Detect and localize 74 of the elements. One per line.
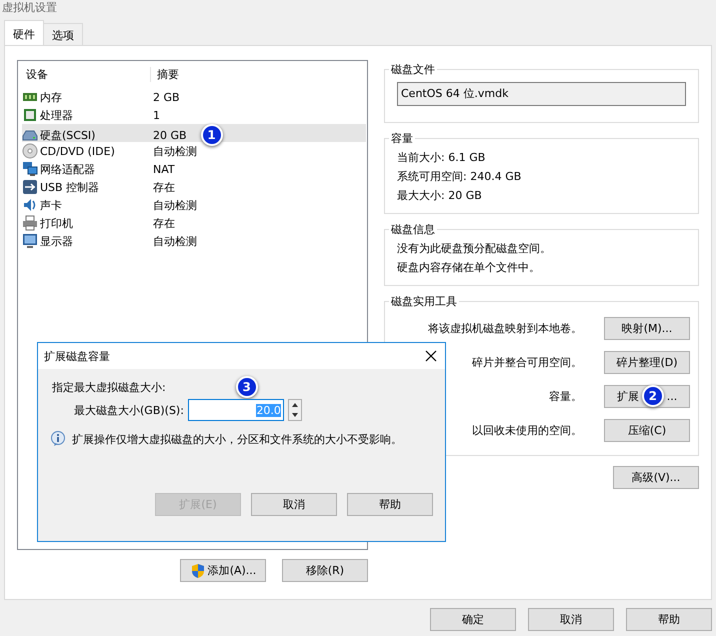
device-summary: 自动检测 (153, 144, 197, 158)
device-name: 网络适配器 (40, 162, 95, 176)
utility-button[interactable]: 压缩(C) (604, 418, 690, 442)
device-row[interactable]: 内存 2 GB (22, 88, 366, 106)
utility-button[interactable]: 扩展 2 ... (604, 384, 690, 408)
add-button[interactable]: 添加(A)... (180, 559, 266, 582)
device-summary: NAT (153, 162, 175, 176)
processor-icon (22, 107, 38, 123)
device-name: 声卡 (40, 198, 62, 212)
printer-icon (22, 215, 38, 231)
info-text: 没有为此硬盘预分配磁盘空间。 (396, 241, 552, 257)
speaker-icon (22, 197, 38, 213)
dialog-button[interactable]: 帮助 (626, 608, 712, 631)
group-title: 磁盘信息 (390, 222, 436, 237)
device-summary: 存在 (153, 216, 175, 230)
device-summary: 自动检测 (153, 198, 197, 212)
device-name: 打印机 (40, 216, 73, 230)
monitor-icon (22, 233, 38, 249)
capacity-text: 系统可用空间: 240.4 GB (396, 169, 522, 185)
info-text: 硬盘内容存储在单个文件中。 (396, 260, 541, 276)
device-summary: 存在 (153, 180, 175, 194)
capacity-text: 当前大小: 6.1 GB (396, 150, 486, 166)
remove-button[interactable]: 移除(R) (282, 559, 368, 582)
close-icon[interactable] (425, 350, 437, 362)
utility-text: 容量。 (549, 388, 582, 404)
spinner-icon[interactable] (288, 399, 302, 421)
step-marker: 1 (200, 124, 223, 146)
utility-text: 将该虚拟机磁盘映射到本地卷。 (428, 320, 582, 336)
column-header[interactable]: 摘要 (150, 66, 367, 82)
device-row[interactable]: 声卡 自动检测 (22, 196, 366, 214)
group-title: 磁盘实用工具 (390, 294, 458, 309)
device-summary: 20 GB (153, 128, 187, 142)
dialog-title: 扩展磁盘容量 (44, 348, 110, 364)
device-summary: 自动检测 (153, 234, 197, 248)
shield-icon (190, 562, 206, 578)
device-row[interactable]: 网络适配器 NAT (22, 160, 366, 178)
device-summary: 1 (153, 108, 160, 122)
group-title: 容量 (390, 131, 414, 146)
dialog-button[interactable]: 确定 (430, 608, 516, 631)
device-name: USB 控制器 (40, 180, 100, 194)
dialog-button[interactable]: 取消 (528, 608, 614, 631)
tab[interactable]: 选项 (43, 23, 83, 45)
prompt-text: 指定最大虚拟磁盘大小: (52, 380, 166, 394)
device-summary: 2 GB (153, 90, 180, 104)
dialog-button[interactable]: 帮助 (347, 493, 433, 516)
device-name: 处理器 (40, 108, 73, 122)
group-title: 磁盘文件 (390, 62, 436, 77)
info-text: 扩展操作仅增大虚拟磁盘的大小，分区和文件系统的大小不受影响。 (72, 432, 402, 446)
advanced-button[interactable]: 高级(V)... (613, 466, 699, 489)
device-row[interactable]: 处理器 1 (22, 106, 366, 124)
utility-text: 以回收未使用的空间。 (472, 422, 582, 438)
network-monitors-icon (22, 161, 38, 177)
window-title: 虚拟机设置 (1, 0, 58, 15)
step-marker: 3 (236, 376, 258, 398)
device-row[interactable]: 显示器 自动检测 (22, 232, 366, 250)
device-row[interactable]: 打印机 存在 (22, 214, 366, 232)
tab[interactable]: 硬件 (4, 20, 44, 45)
capacity-text: 最大大小: 20 GB (396, 188, 483, 204)
field-label: 最大磁盘大小(GB)(S): (74, 402, 184, 418)
disk-file-field[interactable]: CentOS 64 位.vmdk (397, 82, 686, 106)
utility-button[interactable]: 映射(M)... (604, 316, 690, 340)
dialog-button[interactable]: 取消 (251, 493, 337, 516)
step-marker: 2 (642, 385, 664, 407)
device-row[interactable]: USB 控制器 存在 (22, 178, 366, 196)
device-name: CD/DVD (IDE) (40, 144, 115, 158)
column-header[interactable]: 设备 (26, 66, 150, 82)
disc-icon (22, 143, 38, 159)
device-name: 硬盘(SCSI) (40, 128, 96, 142)
device-name: 内存 (40, 90, 62, 104)
utility-button[interactable]: 碎片整理(D) (604, 350, 690, 374)
utility-text: 碎片并整合可用空间。 (472, 354, 582, 370)
usb-icon (22, 179, 38, 195)
device-name: 显示器 (40, 234, 73, 248)
info-icon (50, 431, 66, 447)
